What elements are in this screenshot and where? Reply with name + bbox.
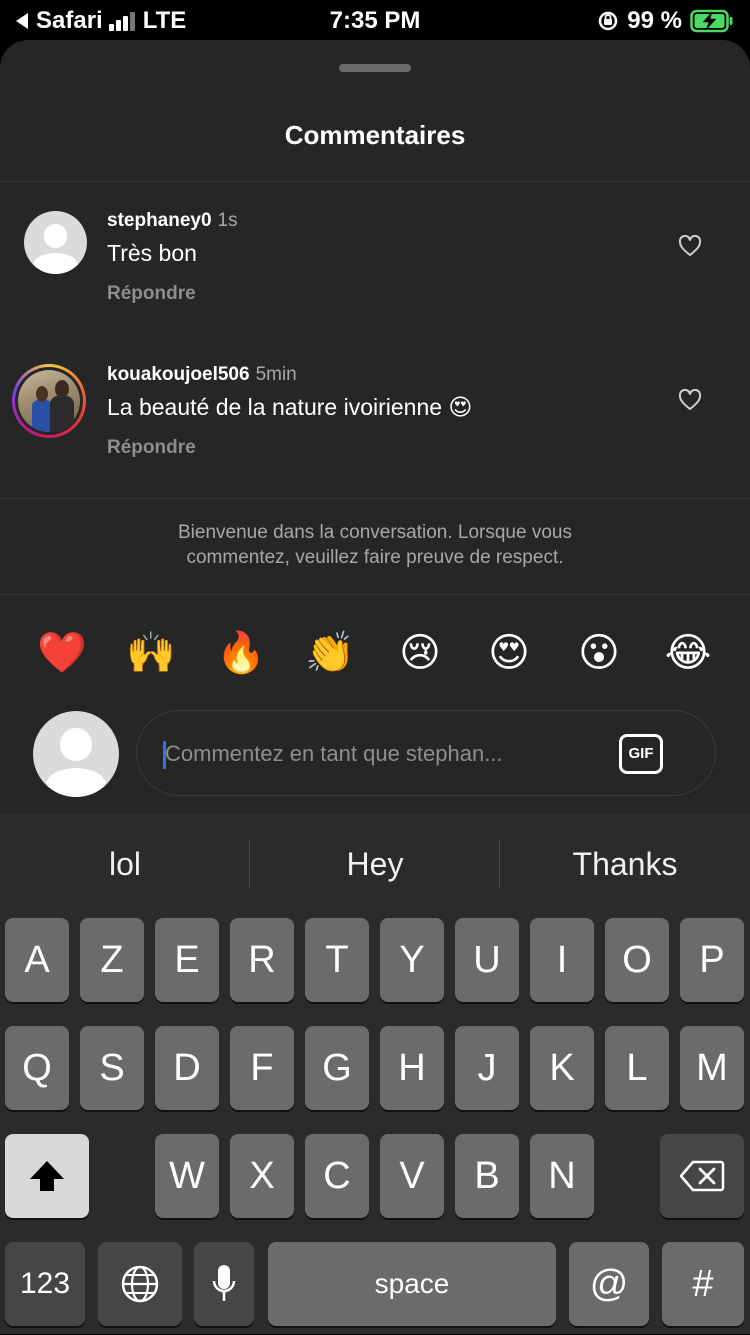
key-g[interactable]: G	[305, 1026, 369, 1110]
numbers-key[interactable]: 123	[5, 1242, 85, 1326]
emoji-crying[interactable]: 😢	[390, 628, 450, 678]
space-key[interactable]: space	[268, 1242, 556, 1326]
key-w[interactable]: W	[155, 1134, 219, 1218]
emoji-fire[interactable]: 🔥	[211, 628, 271, 678]
welcome-message: Bienvenue dans la conversation. Lorsque …	[0, 520, 750, 570]
avatar[interactable]	[24, 211, 87, 274]
key-p[interactable]: P	[680, 918, 744, 1002]
keyboard: lol Hey Thanks A Z E R T Y U I O P Q S D…	[0, 814, 750, 1334]
reply-button[interactable]: Répondre	[107, 283, 196, 305]
microphone-icon	[212, 1265, 236, 1301]
shift-icon	[30, 1161, 64, 1191]
comment-username[interactable]: kouakoujoel506	[107, 364, 250, 385]
emoji-surprised[interactable]: 😮	[569, 628, 629, 678]
key-k[interactable]: K	[530, 1026, 594, 1110]
key-c[interactable]: C	[305, 1134, 369, 1218]
divider	[0, 594, 750, 595]
backspace-icon	[679, 1160, 725, 1192]
prediction-1[interactable]: lol	[0, 814, 250, 914]
key-q[interactable]: Q	[5, 1026, 69, 1110]
key-x[interactable]: X	[230, 1134, 294, 1218]
comment-time: 5min	[255, 364, 297, 385]
key-j[interactable]: J	[455, 1026, 519, 1110]
key-v[interactable]: V	[380, 1134, 444, 1218]
reply-button[interactable]: Répondre	[107, 437, 196, 459]
comment-item: stephaney0 1s Très bon Répondre	[0, 200, 750, 330]
my-avatar	[33, 711, 119, 797]
status-right: 99 %	[597, 7, 734, 35]
hash-key[interactable]: #	[662, 1242, 744, 1326]
gif-button[interactable]: GIF	[619, 734, 663, 774]
prediction-3[interactable]: Thanks	[500, 814, 750, 914]
battery-percent: 99 %	[627, 7, 682, 34]
comment-text: La beauté de la nature ivoirienne 😍	[107, 394, 473, 420]
avatar	[18, 370, 80, 432]
key-e[interactable]: E	[155, 918, 219, 1002]
emoji-heart[interactable]: ❤️	[32, 628, 92, 678]
key-i[interactable]: I	[530, 918, 594, 1002]
comment-item: kouakoujoel506 5min La beauté de la natur…	[0, 354, 750, 484]
heart-icon[interactable]	[678, 389, 702, 411]
welcome-line: commentez, veuillez faire preuve de resp…	[186, 547, 564, 568]
comments-sheet: Commentaires stephaney0 1s Très bon Répon…	[0, 40, 750, 814]
at-key[interactable]: @	[569, 1242, 649, 1326]
sheet-title: Commentaires	[284, 120, 466, 150]
shift-key[interactable]	[5, 1134, 89, 1218]
key-z[interactable]: Z	[80, 918, 144, 1002]
sheet-grabber[interactable]	[339, 64, 411, 72]
key-h[interactable]: H	[380, 1026, 444, 1110]
globe-icon	[121, 1265, 159, 1303]
dictation-key[interactable]	[194, 1242, 254, 1326]
key-y[interactable]: Y	[380, 918, 444, 1002]
comment-header: stephaney0 1s	[107, 210, 238, 232]
story-ring[interactable]	[12, 364, 86, 438]
divider	[0, 498, 750, 499]
key-t[interactable]: T	[305, 918, 369, 1002]
prediction-2[interactable]: Hey	[250, 814, 500, 914]
comment-input[interactable]: Commentez en tant que stephan... GIF	[136, 710, 716, 796]
key-u[interactable]: U	[455, 918, 519, 1002]
comment-text: Très bon	[107, 240, 197, 266]
key-s[interactable]: S	[80, 1026, 144, 1110]
heart-icon[interactable]	[678, 235, 702, 257]
key-n[interactable]: N	[530, 1134, 594, 1218]
comment-time: 1s	[217, 210, 238, 231]
key-d[interactable]: D	[155, 1026, 219, 1110]
key-f[interactable]: F	[230, 1026, 294, 1110]
key-r[interactable]: R	[230, 918, 294, 1002]
key-l[interactable]: L	[605, 1026, 669, 1110]
comment-username[interactable]: stephaney0	[107, 210, 212, 231]
divider	[0, 181, 750, 182]
emoji-raised-hands[interactable]: 🙌	[121, 628, 181, 678]
welcome-line: Bienvenue dans la conversation. Lorsque …	[178, 522, 572, 543]
comment-input-placeholder: Commentez en tant que stephan...	[165, 741, 503, 766]
key-m[interactable]: M	[680, 1026, 744, 1110]
delete-key[interactable]	[660, 1134, 744, 1218]
key-a[interactable]: A	[5, 918, 69, 1002]
quick-emoji-bar: ❤️ 🙌 🔥 👏 😢 😍 😮 😂	[0, 628, 750, 678]
battery-charging-icon	[690, 9, 733, 33]
status-bar: Safari LTE 7:35 PM 99 %	[0, 0, 750, 40]
key-o[interactable]: O	[605, 918, 669, 1002]
emoji-laughing[interactable]: 😂	[658, 628, 718, 678]
globe-key[interactable]	[98, 1242, 182, 1326]
key-b[interactable]: B	[455, 1134, 519, 1218]
emoji-heart-eyes[interactable]: 😍	[479, 628, 539, 678]
comment-header: kouakoujoel506 5min	[107, 364, 297, 386]
orientation-lock-icon	[599, 11, 618, 31]
emoji-clap[interactable]: 👏	[300, 628, 360, 678]
